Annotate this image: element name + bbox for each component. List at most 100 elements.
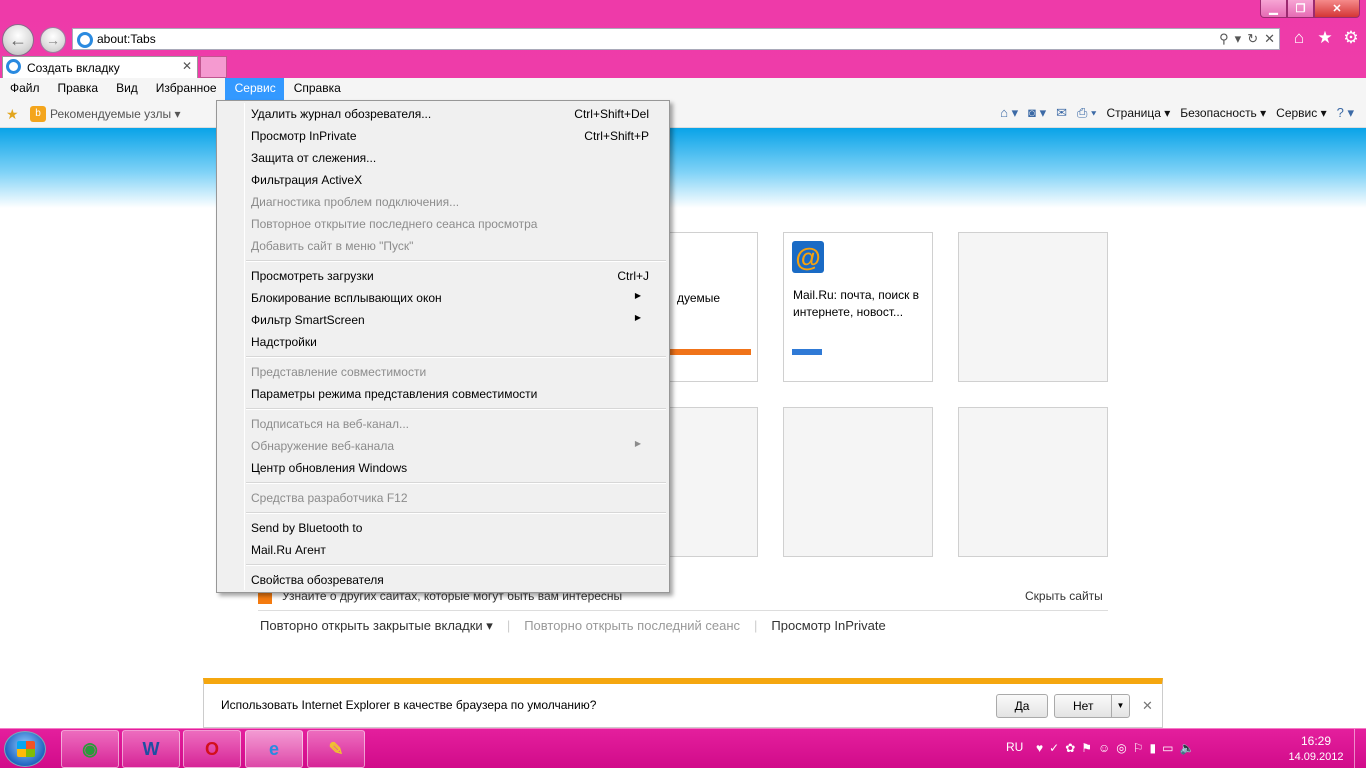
menu-item-label: Надстройки (251, 335, 317, 349)
menu-item-mailru-agent[interactable]: Mail.Ru Агент (251, 539, 651, 559)
no-button-label: Нет (1073, 699, 1094, 713)
menu-item-f12-tools: Средства разработчика F12 (251, 487, 651, 507)
menu-favorites[interactable]: Избранное (146, 78, 225, 100)
taskbar-app-paint-icon[interactable]: ✎ (307, 730, 365, 768)
tray-flag-icon[interactable]: ⚑ (1081, 741, 1092, 755)
new-tab-button[interactable] (200, 56, 227, 78)
close-notification-icon[interactable]: ✕ (1142, 698, 1153, 714)
menu-item-inprivate[interactable]: Просмотр InPrivate Ctrl+Shift+P (251, 125, 651, 145)
tray-action-center-icon[interactable]: ⚐ (1133, 741, 1144, 755)
yes-button[interactable]: Да (996, 694, 1048, 718)
home-cmd-icon[interactable]: ⌂ ▾ (1000, 105, 1018, 121)
gear-icon[interactable]: ⚙ (1342, 28, 1360, 48)
tray-icons: ♥ ✓ ✿ ⚑ ☺ ◎ ⚐ ▮ ▭ 🔈 (1036, 741, 1194, 755)
menu-item-compatibility-settings[interactable]: Параметры режима представления совместим… (251, 383, 651, 403)
menu-separator (246, 260, 666, 262)
tools-dropdown-menu: Удалить журнал обозревателя... Ctrl+Shif… (216, 100, 670, 593)
print-icon[interactable]: ⎙ ▾ (1077, 105, 1096, 121)
favorites-add-star-icon[interactable]: ★ (6, 106, 19, 123)
tray-network-icon[interactable]: ◎ (1116, 741, 1126, 755)
tray-butterfly-icon[interactable]: ✿ (1065, 741, 1075, 755)
menu-item-label: Подписаться на веб-канал... (251, 417, 410, 431)
menu-item-windows-update[interactable]: Центр обновления Windows (251, 457, 651, 477)
menu-file[interactable]: Файл (0, 78, 48, 100)
reopen-closed-tabs-link[interactable]: Повторно открыть закрытые вкладки ▾ (260, 618, 493, 634)
suggested-sites-button[interactable]: Рекомендуемые узлы ▾ (50, 107, 181, 121)
language-indicator[interactable]: RU (1006, 740, 1023, 754)
tile-label: дуемые (677, 291, 721, 305)
tray-agent-icon[interactable]: ☺ (1098, 741, 1110, 755)
favorites-star-icon[interactable]: ★ (1316, 28, 1334, 48)
address-tools: ⚲ ▾ ↻ ✕ (1219, 31, 1275, 47)
menu-item-delete-history[interactable]: Удалить журнал обозревателя... Ctrl+Shif… (251, 103, 651, 123)
back-button[interactable]: ← (2, 24, 34, 56)
menu-item-smartscreen[interactable]: Фильтр SmartScreen ▶ (251, 309, 651, 329)
search-icon[interactable]: ⚲ (1219, 31, 1229, 47)
clock-time[interactable]: 16:29 (1295, 734, 1337, 748)
menu-item-compatibility-view: Представление совместимости (251, 361, 651, 381)
tray-display-icon[interactable]: ▭ (1162, 741, 1173, 755)
menu-tools[interactable]: Сервис (224, 78, 284, 100)
menu-separator (246, 408, 666, 410)
menu-item-internet-options[interactable]: Свойства обозревателя (251, 569, 651, 589)
minimize-button[interactable]: ▁ (1260, 0, 1287, 18)
tray-heart-icon[interactable]: ♥ (1036, 741, 1043, 755)
menu-item-label: Центр обновления Windows (251, 461, 408, 475)
refresh-icon[interactable]: ↻ (1247, 31, 1258, 47)
tile-label: Mail.Ru: почта, поиск в интернете, новос… (793, 288, 920, 319)
menu-item-popup-blocker[interactable]: Блокирование всплывающих окон ▶ (251, 287, 651, 307)
menu-item-label: Удалить журнал обозревателя... (251, 107, 432, 121)
menu-item-tracking-protection[interactable]: Защита от слежения... (251, 147, 651, 167)
mailru-icon: @ (792, 241, 824, 273)
divider (258, 610, 1108, 611)
tray-volume-icon[interactable]: 🔈 (1179, 741, 1194, 755)
show-desktop-button[interactable] (1354, 729, 1366, 768)
address-text[interactable]: about:Tabs (97, 32, 156, 46)
menu-item-send-bluetooth[interactable]: Send by Bluetooth to (251, 517, 651, 537)
dropdown-icon[interactable]: ▾ (1235, 31, 1242, 47)
page-menu-button[interactable]: Страница ▾ (1107, 106, 1171, 120)
menu-item-activex-filtering[interactable]: Фильтрация ActiveX (251, 169, 651, 189)
start-button[interactable] (4, 731, 46, 767)
menu-help[interactable]: Справка (284, 78, 349, 100)
address-bar[interactable]: about:Tabs ⚲ ▾ ↻ ✕ (72, 28, 1280, 50)
taskbar-app-word-icon[interactable]: W (122, 730, 180, 768)
menu-separator (246, 512, 666, 514)
mail-icon[interactable]: ✉ (1056, 105, 1067, 121)
tray-battery-icon[interactable]: ▮ (1150, 741, 1157, 755)
safety-menu-button[interactable]: Безопасность ▾ (1180, 106, 1266, 120)
menu-item-label: Просмотреть загрузки (251, 269, 374, 283)
hide-sites-link[interactable]: Скрыть сайты (1025, 589, 1103, 603)
rss-icon[interactable]: ◙ ▾ (1028, 105, 1046, 121)
menu-item-addons[interactable]: Надстройки (251, 331, 651, 351)
maximize-button[interactable]: ❐ (1287, 0, 1314, 18)
home-icon[interactable]: ⌂ (1290, 28, 1308, 48)
help-icon[interactable]: ? ▾ (1337, 105, 1354, 121)
empty-tile[interactable] (958, 407, 1108, 557)
menu-item-label: Обнаружение веб-канала (251, 439, 395, 453)
clock-date[interactable]: 14.09.2012 (1286, 751, 1346, 763)
chevron-down-icon[interactable]: ▼ (1111, 695, 1129, 717)
empty-tile[interactable] (783, 407, 933, 557)
menu-item-label: Средства разработчика F12 (251, 491, 408, 505)
tray-check-icon[interactable]: ✓ (1049, 741, 1059, 755)
inprivate-link[interactable]: Просмотр InPrivate (771, 618, 885, 634)
stop-icon[interactable]: ✕ (1264, 31, 1275, 47)
menu-item-view-downloads[interactable]: Просмотреть загрузки Ctrl+J (251, 265, 651, 285)
menu-separator (246, 564, 666, 566)
taskbar-app-ie-icon[interactable]: e (245, 730, 303, 768)
no-button[interactable]: Нет ▼ (1054, 694, 1130, 718)
menu-view[interactable]: Вид (106, 78, 146, 100)
tab-close-icon[interactable]: ✕ (182, 59, 192, 73)
menu-edit[interactable]: Правка (48, 78, 107, 100)
tab-new-tab[interactable]: Создать вкладку ✕ (2, 56, 198, 78)
empty-tile[interactable] (958, 232, 1108, 382)
menu-item-shortcut: Ctrl+Shift+P (584, 129, 649, 143)
close-window-button[interactable]: ✕ (1314, 0, 1360, 18)
taskbar-app-media-icon[interactable]: ◉ (61, 730, 119, 768)
tools-menu-button[interactable]: Сервис ▾ (1276, 106, 1326, 120)
site-tile-mailru[interactable]: @ Mail.Ru: почта, поиск в интернете, нов… (783, 232, 933, 382)
taskbar-app-opera-icon[interactable]: O (183, 730, 241, 768)
forward-button[interactable]: → (40, 27, 66, 53)
menu-item-label: Защита от слежения... (251, 151, 377, 165)
